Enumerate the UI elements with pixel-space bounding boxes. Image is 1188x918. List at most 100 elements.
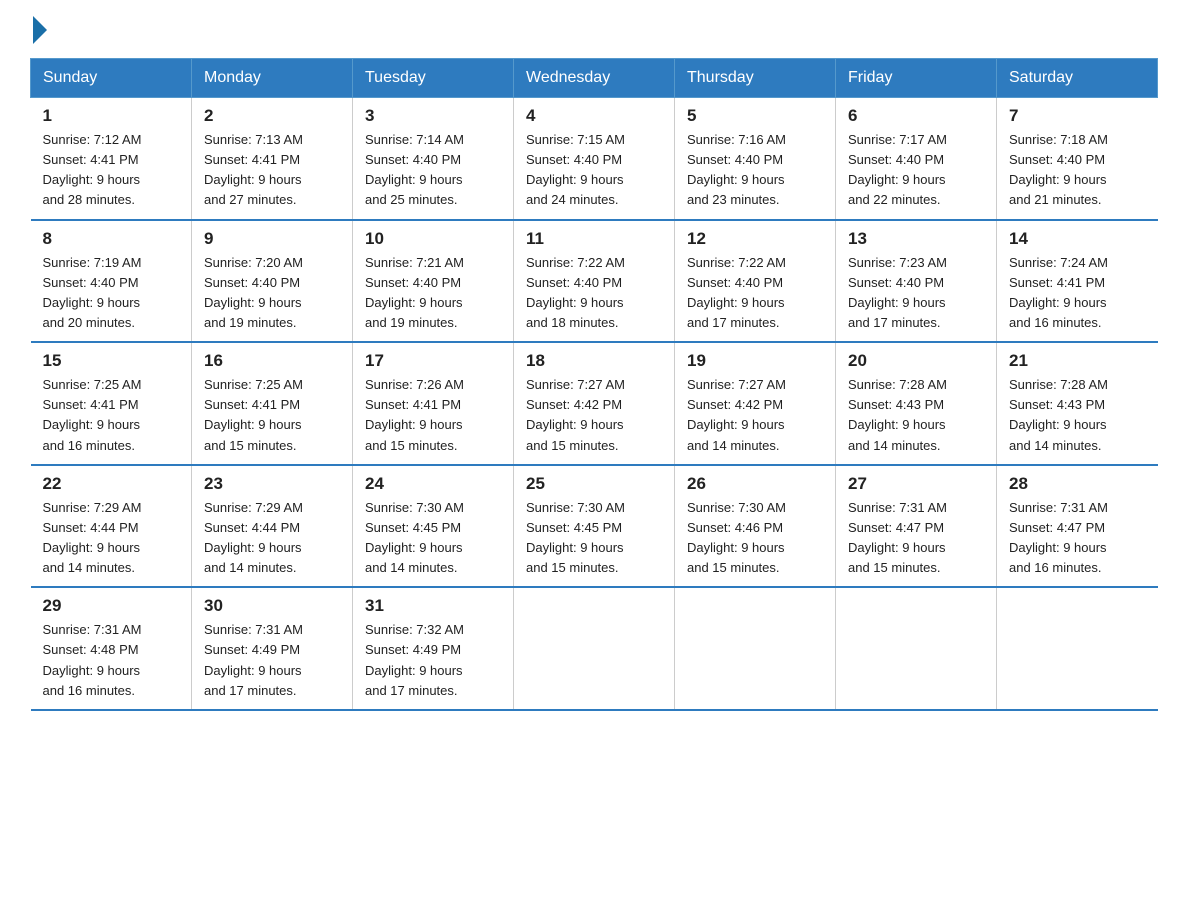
- day-number: 22: [43, 474, 180, 494]
- calendar-cell: 13 Sunrise: 7:23 AMSunset: 4:40 PMDaylig…: [836, 220, 997, 343]
- day-info: Sunrise: 7:19 AMSunset: 4:40 PMDaylight:…: [43, 255, 142, 330]
- day-number: 18: [526, 351, 662, 371]
- day-number: 19: [687, 351, 823, 371]
- day-info: Sunrise: 7:30 AMSunset: 4:45 PMDaylight:…: [526, 500, 625, 575]
- day-number: 1: [43, 106, 180, 126]
- day-info: Sunrise: 7:29 AMSunset: 4:44 PMDaylight:…: [43, 500, 142, 575]
- calendar-cell: [997, 587, 1158, 710]
- day-info: Sunrise: 7:28 AMSunset: 4:43 PMDaylight:…: [1009, 377, 1108, 452]
- day-of-week-saturday: Saturday: [997, 59, 1158, 98]
- day-info: Sunrise: 7:13 AMSunset: 4:41 PMDaylight:…: [204, 132, 303, 207]
- day-info: Sunrise: 7:22 AMSunset: 4:40 PMDaylight:…: [687, 255, 786, 330]
- day-number: 27: [848, 474, 984, 494]
- calendar-cell: 9 Sunrise: 7:20 AMSunset: 4:40 PMDayligh…: [192, 220, 353, 343]
- calendar-cell: 24 Sunrise: 7:30 AMSunset: 4:45 PMDaylig…: [353, 465, 514, 588]
- week-row-4: 22 Sunrise: 7:29 AMSunset: 4:44 PMDaylig…: [31, 465, 1158, 588]
- day-info: Sunrise: 7:15 AMSunset: 4:40 PMDaylight:…: [526, 132, 625, 207]
- calendar-cell: 17 Sunrise: 7:26 AMSunset: 4:41 PMDaylig…: [353, 342, 514, 465]
- calendar-cell: 6 Sunrise: 7:17 AMSunset: 4:40 PMDayligh…: [836, 98, 997, 220]
- week-row-2: 8 Sunrise: 7:19 AMSunset: 4:40 PMDayligh…: [31, 220, 1158, 343]
- day-number: 15: [43, 351, 180, 371]
- day-number: 7: [1009, 106, 1146, 126]
- day-number: 29: [43, 596, 180, 616]
- page-header: [30, 20, 1158, 38]
- day-of-week-tuesday: Tuesday: [353, 59, 514, 98]
- calendar-cell: 23 Sunrise: 7:29 AMSunset: 4:44 PMDaylig…: [192, 465, 353, 588]
- day-info: Sunrise: 7:22 AMSunset: 4:40 PMDaylight:…: [526, 255, 625, 330]
- calendar-cell: 14 Sunrise: 7:24 AMSunset: 4:41 PMDaylig…: [997, 220, 1158, 343]
- day-of-week-monday: Monday: [192, 59, 353, 98]
- day-number: 13: [848, 229, 984, 249]
- day-info: Sunrise: 7:28 AMSunset: 4:43 PMDaylight:…: [848, 377, 947, 452]
- days-of-week-row: SundayMondayTuesdayWednesdayThursdayFrid…: [31, 59, 1158, 98]
- calendar-cell: 5 Sunrise: 7:16 AMSunset: 4:40 PMDayligh…: [675, 98, 836, 220]
- logo-triangle-icon: [33, 16, 47, 44]
- day-info: Sunrise: 7:31 AMSunset: 4:47 PMDaylight:…: [848, 500, 947, 575]
- calendar-cell: 31 Sunrise: 7:32 AMSunset: 4:49 PMDaylig…: [353, 587, 514, 710]
- day-info: Sunrise: 7:31 AMSunset: 4:49 PMDaylight:…: [204, 622, 303, 697]
- calendar-cell: 10 Sunrise: 7:21 AMSunset: 4:40 PMDaylig…: [353, 220, 514, 343]
- day-info: Sunrise: 7:21 AMSunset: 4:40 PMDaylight:…: [365, 255, 464, 330]
- day-number: 16: [204, 351, 340, 371]
- calendar-cell: 3 Sunrise: 7:14 AMSunset: 4:40 PMDayligh…: [353, 98, 514, 220]
- day-of-week-wednesday: Wednesday: [514, 59, 675, 98]
- day-info: Sunrise: 7:32 AMSunset: 4:49 PMDaylight:…: [365, 622, 464, 697]
- day-info: Sunrise: 7:16 AMSunset: 4:40 PMDaylight:…: [687, 132, 786, 207]
- day-number: 5: [687, 106, 823, 126]
- day-number: 2: [204, 106, 340, 126]
- day-number: 26: [687, 474, 823, 494]
- calendar-cell: 2 Sunrise: 7:13 AMSunset: 4:41 PMDayligh…: [192, 98, 353, 220]
- day-info: Sunrise: 7:18 AMSunset: 4:40 PMDaylight:…: [1009, 132, 1108, 207]
- day-number: 8: [43, 229, 180, 249]
- day-info: Sunrise: 7:12 AMSunset: 4:41 PMDaylight:…: [43, 132, 142, 207]
- day-of-week-thursday: Thursday: [675, 59, 836, 98]
- calendar-cell: [514, 587, 675, 710]
- calendar-cell: [836, 587, 997, 710]
- day-number: 9: [204, 229, 340, 249]
- calendar-cell: 22 Sunrise: 7:29 AMSunset: 4:44 PMDaylig…: [31, 465, 192, 588]
- calendar-table: SundayMondayTuesdayWednesdayThursdayFrid…: [30, 58, 1158, 711]
- day-number: 6: [848, 106, 984, 126]
- calendar-cell: 26 Sunrise: 7:30 AMSunset: 4:46 PMDaylig…: [675, 465, 836, 588]
- calendar-header: SundayMondayTuesdayWednesdayThursdayFrid…: [31, 59, 1158, 98]
- calendar-cell: 15 Sunrise: 7:25 AMSunset: 4:41 PMDaylig…: [31, 342, 192, 465]
- calendar-cell: 16 Sunrise: 7:25 AMSunset: 4:41 PMDaylig…: [192, 342, 353, 465]
- day-info: Sunrise: 7:31 AMSunset: 4:47 PMDaylight:…: [1009, 500, 1108, 575]
- day-info: Sunrise: 7:26 AMSunset: 4:41 PMDaylight:…: [365, 377, 464, 452]
- calendar-cell: 25 Sunrise: 7:30 AMSunset: 4:45 PMDaylig…: [514, 465, 675, 588]
- day-info: Sunrise: 7:17 AMSunset: 4:40 PMDaylight:…: [848, 132, 947, 207]
- day-number: 3: [365, 106, 501, 126]
- day-info: Sunrise: 7:24 AMSunset: 4:41 PMDaylight:…: [1009, 255, 1108, 330]
- day-number: 28: [1009, 474, 1146, 494]
- day-number: 14: [1009, 229, 1146, 249]
- day-info: Sunrise: 7:27 AMSunset: 4:42 PMDaylight:…: [687, 377, 786, 452]
- day-info: Sunrise: 7:31 AMSunset: 4:48 PMDaylight:…: [43, 622, 142, 697]
- day-number: 10: [365, 229, 501, 249]
- calendar-cell: 1 Sunrise: 7:12 AMSunset: 4:41 PMDayligh…: [31, 98, 192, 220]
- day-number: 25: [526, 474, 662, 494]
- calendar-cell: 30 Sunrise: 7:31 AMSunset: 4:49 PMDaylig…: [192, 587, 353, 710]
- week-row-1: 1 Sunrise: 7:12 AMSunset: 4:41 PMDayligh…: [31, 98, 1158, 220]
- day-number: 20: [848, 351, 984, 371]
- day-number: 17: [365, 351, 501, 371]
- day-of-week-sunday: Sunday: [31, 59, 192, 98]
- logo: [30, 20, 47, 38]
- day-number: 4: [526, 106, 662, 126]
- day-of-week-friday: Friday: [836, 59, 997, 98]
- day-info: Sunrise: 7:14 AMSunset: 4:40 PMDaylight:…: [365, 132, 464, 207]
- week-row-3: 15 Sunrise: 7:25 AMSunset: 4:41 PMDaylig…: [31, 342, 1158, 465]
- day-info: Sunrise: 7:20 AMSunset: 4:40 PMDaylight:…: [204, 255, 303, 330]
- day-number: 31: [365, 596, 501, 616]
- calendar-cell: 7 Sunrise: 7:18 AMSunset: 4:40 PMDayligh…: [997, 98, 1158, 220]
- calendar-cell: 28 Sunrise: 7:31 AMSunset: 4:47 PMDaylig…: [997, 465, 1158, 588]
- calendar-cell: 27 Sunrise: 7:31 AMSunset: 4:47 PMDaylig…: [836, 465, 997, 588]
- calendar-cell: 8 Sunrise: 7:19 AMSunset: 4:40 PMDayligh…: [31, 220, 192, 343]
- day-info: Sunrise: 7:27 AMSunset: 4:42 PMDaylight:…: [526, 377, 625, 452]
- day-info: Sunrise: 7:29 AMSunset: 4:44 PMDaylight:…: [204, 500, 303, 575]
- calendar-cell: 21 Sunrise: 7:28 AMSunset: 4:43 PMDaylig…: [997, 342, 1158, 465]
- calendar-cell: 18 Sunrise: 7:27 AMSunset: 4:42 PMDaylig…: [514, 342, 675, 465]
- calendar-cell: 4 Sunrise: 7:15 AMSunset: 4:40 PMDayligh…: [514, 98, 675, 220]
- day-number: 23: [204, 474, 340, 494]
- calendar-cell: 12 Sunrise: 7:22 AMSunset: 4:40 PMDaylig…: [675, 220, 836, 343]
- day-number: 12: [687, 229, 823, 249]
